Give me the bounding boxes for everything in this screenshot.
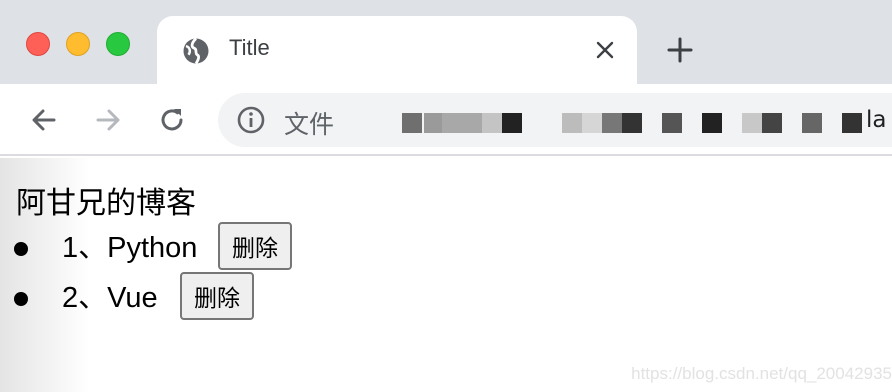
- watermark: https://blog.csdn.net/qq_20042935: [631, 364, 892, 383]
- reload-icon[interactable]: [156, 104, 188, 136]
- address-bar[interactable]: 文件 la: [218, 93, 892, 147]
- info-icon[interactable]: [236, 105, 266, 135]
- close-window-icon[interactable]: [26, 32, 50, 56]
- list-item-label: 2、Vue: [62, 282, 158, 314]
- list-item: 2、Vue 删除: [0, 272, 600, 324]
- back-arrow-icon[interactable]: [28, 104, 60, 136]
- browser-tab[interactable]: Title: [157, 16, 637, 86]
- maximize-window-icon[interactable]: [106, 32, 130, 56]
- delete-button[interactable]: 删除: [218, 222, 292, 270]
- list-item: 1、Python 删除: [0, 222, 600, 274]
- url-text: la: [866, 107, 887, 133]
- close-icon[interactable]: [591, 36, 619, 64]
- obscured-url: [354, 93, 892, 147]
- delete-button[interactable]: 删除: [180, 272, 254, 320]
- browser-toolbar: 文件 la: [0, 84, 892, 156]
- browser-titlebar: Title: [0, 0, 892, 86]
- page-content: 阿甘兄的博客 1、Python 删除 2、Vue 删除 https://blog…: [0, 158, 892, 392]
- security-label: 文件: [284, 110, 335, 139]
- page-title: 阿甘兄的博客: [16, 186, 196, 221]
- tab-title: Title: [229, 35, 270, 60]
- globe-icon: [183, 37, 209, 65]
- forward-arrow-icon[interactable]: [92, 104, 124, 136]
- plus-icon[interactable]: [664, 34, 696, 66]
- list-item-label: 1、Python: [62, 232, 198, 264]
- minimize-window-icon[interactable]: [66, 32, 90, 56]
- bullet-icon: [14, 292, 28, 306]
- bullet-icon: [14, 242, 28, 256]
